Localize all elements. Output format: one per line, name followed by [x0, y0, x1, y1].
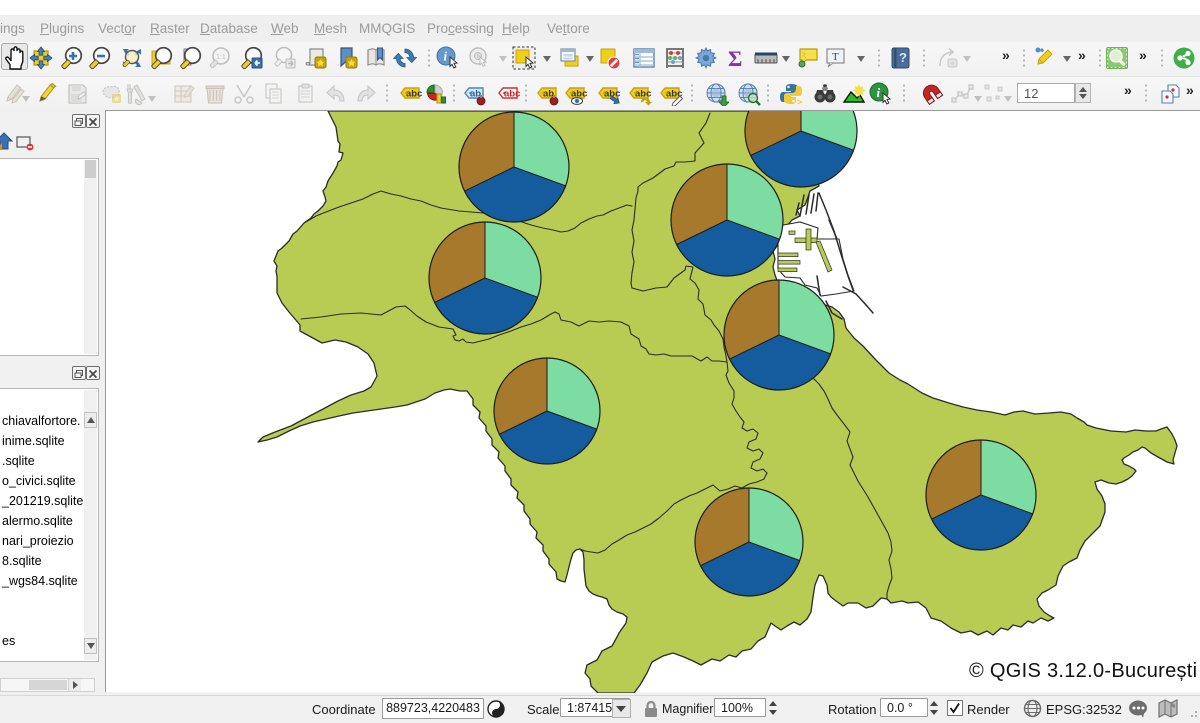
svg-text:abc: abc [635, 89, 651, 100]
svg-text:?: ? [899, 50, 907, 65]
svg-text:>: > [797, 97, 802, 106]
svg-text:abc: abc [406, 89, 422, 100]
svg-text:1:1: 1:1 [216, 54, 226, 61]
svg-text:abc: abc [504, 89, 520, 100]
svg-text:i: i [877, 85, 881, 100]
svg-text:T: T [832, 51, 839, 63]
svg-text:i: i [444, 49, 448, 64]
svg-text:Σ: Σ [728, 46, 742, 70]
